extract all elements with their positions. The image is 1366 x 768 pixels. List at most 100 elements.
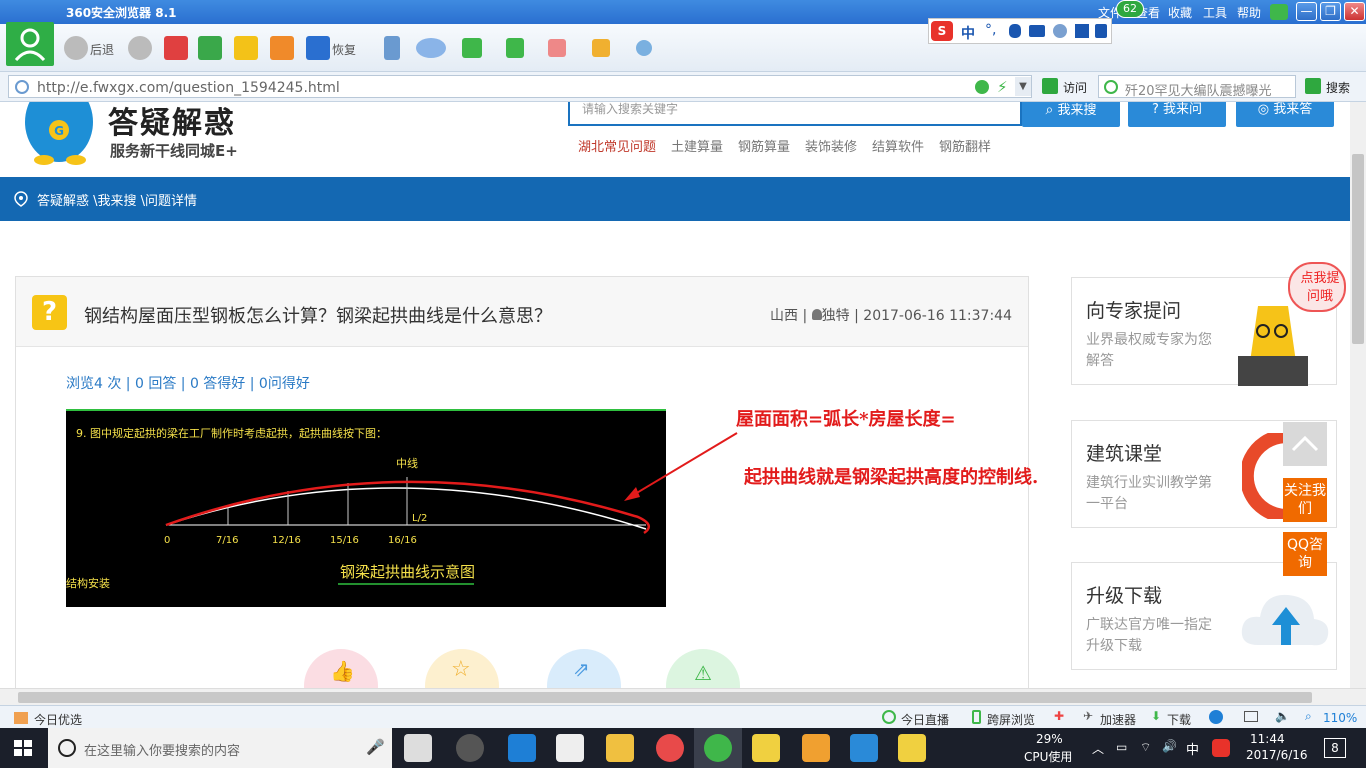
site-search-input[interactable]: 请输入搜索关键字 (568, 102, 1022, 126)
logo-title[interactable]: 答疑解惑 (108, 102, 236, 142)
speed-icon[interactable]: ⚡ (997, 78, 1008, 96)
back-icon[interactable] (64, 36, 88, 60)
restore-label[interactable]: 恢复 (332, 41, 356, 58)
status-accelerator[interactable]: 加速器 (1100, 711, 1136, 728)
menu-favorites[interactable]: 收藏 (1168, 4, 1192, 21)
hot-link-rebar[interactable]: 钢筋算量 (738, 136, 790, 155)
tray-ime[interactable]: 中 (1186, 739, 1199, 758)
taskbar-app-remote[interactable] (850, 734, 878, 762)
action-center-badge[interactable]: 8 (1324, 738, 1346, 758)
shield-icon[interactable] (506, 38, 524, 58)
hot-link-hubei[interactable]: 湖北常见问题 (578, 136, 656, 155)
vertical-scrollbar[interactable] (1350, 102, 1366, 688)
horizontal-scrollbar[interactable] (0, 688, 1366, 705)
breadcrumb[interactable]: 答疑解惑 \我来搜 \问题详情 (37, 190, 197, 209)
skin-icon[interactable] (1270, 4, 1288, 20)
taskbar-app-editor[interactable] (802, 734, 830, 762)
question-image[interactable]: 9. 图中规定起拱的梁在工厂制作时考虑起拱，起拱曲线按下图： 中线 L/2 0 … (66, 409, 666, 607)
url-dropdown-icon[interactable]: ▼ (1015, 77, 1031, 96)
keyboard-icon[interactable] (1029, 25, 1045, 37)
home-icon[interactable] (270, 36, 294, 60)
medkit-icon[interactable]: ✚ (1054, 709, 1064, 723)
taskbar-search-box[interactable]: 在这里输入你要搜索的内容 🎤 (48, 728, 392, 768)
apps-icon[interactable] (462, 38, 482, 58)
hot-link-settlement[interactable]: 结算软件 (872, 136, 924, 155)
taskbar-app-help[interactable] (898, 734, 926, 762)
share-button[interactable]: ⇗ (547, 649, 621, 688)
search-button[interactable]: 搜索 (1326, 79, 1350, 96)
question-author[interactable]: 独特 (822, 308, 850, 324)
collect-button[interactable]: ☆ (425, 649, 499, 688)
menu-tools[interactable]: 工具 (1203, 4, 1227, 21)
taskbar-app-player[interactable] (656, 734, 684, 762)
hot-link-rebar-layout[interactable]: 钢筋翻样 (939, 136, 991, 155)
taskbar-app-explorer[interactable] (606, 734, 634, 762)
browser-search-input[interactable]: 歼20罕见大编队震撼曝光 (1098, 75, 1296, 99)
punct-icon[interactable]: °, (985, 22, 996, 38)
mic-icon[interactable] (1009, 24, 1021, 38)
tray-chevron-icon[interactable]: ︿ (1092, 740, 1104, 757)
tray-wifi-icon[interactable]: ⌔ (1140, 740, 1151, 755)
close-button[interactable]: ✕ (1344, 2, 1365, 21)
hot-link-civil[interactable]: 土建算量 (671, 136, 723, 155)
user-avatar[interactable] (6, 22, 54, 66)
status-today-picks[interactable]: 今日优选 (34, 711, 82, 728)
horizontal-scroll-thumb[interactable] (18, 692, 1312, 703)
taskbar-app-store[interactable] (556, 734, 584, 762)
cloud-icon[interactable] (416, 38, 446, 58)
taskbar-app-browser[interactable] (456, 734, 484, 762)
translate-icon[interactable] (548, 39, 566, 57)
minimize-button[interactable]: — (1296, 2, 1317, 21)
menu-help[interactable]: 帮助 (1237, 4, 1261, 21)
notification-badge[interactable]: 62 (1116, 0, 1144, 18)
like-button[interactable]: 👍 (304, 649, 378, 688)
vertical-scroll-thumb[interactable] (1352, 154, 1364, 344)
restore-icon[interactable] (306, 36, 330, 60)
favorite-star-icon[interactable] (234, 36, 258, 60)
wrench-icon[interactable] (1095, 24, 1107, 38)
go-button[interactable]: 访问 (1063, 79, 1087, 96)
question-region[interactable]: 山西 (770, 308, 798, 324)
screenshot-icon[interactable] (592, 39, 610, 57)
skin-shirt-icon[interactable] (1075, 24, 1089, 38)
search-icon[interactable] (1305, 78, 1321, 94)
status-download[interactable]: 下载 (1167, 711, 1191, 728)
go-icon[interactable] (1042, 78, 1058, 94)
tray-network-icon[interactable]: ▭ (1116, 740, 1127, 754)
upgrade-download-card[interactable]: 升级下载 广联达官方唯一指定升级下载 (1071, 562, 1337, 670)
security-icon[interactable] (975, 80, 989, 94)
volume-icon[interactable]: 🔈 (1275, 709, 1290, 723)
user-ime-icon[interactable] (1053, 24, 1067, 38)
taskbar-app-edge[interactable] (508, 734, 536, 762)
search-engine-icon[interactable] (1104, 80, 1118, 94)
zoom-icon[interactable] (636, 40, 652, 56)
back-to-top-button[interactable] (1283, 422, 1327, 466)
refresh-icon[interactable] (198, 36, 222, 60)
ime-mode[interactable]: 中 (961, 23, 975, 43)
status-live[interactable]: 今日直播 (901, 711, 949, 728)
report-button[interactable]: ⚠ (666, 649, 740, 688)
qq-consult-button[interactable]: QQ咨询 (1283, 532, 1327, 576)
follow-us-button[interactable]: 关注我们 (1283, 478, 1327, 522)
clock-date[interactable]: 2017/6/16 (1246, 748, 1308, 762)
url-field[interactable]: http://e.fwxgx.com/question_1594245.html… (8, 75, 1032, 98)
tray-volume-icon[interactable]: 🔊 (1162, 739, 1177, 753)
back-label[interactable]: 后退 (90, 41, 114, 58)
search-submit-button[interactable]: ⌕ 我来搜 (1022, 102, 1120, 127)
taskbar-app-task-view[interactable] (404, 734, 432, 762)
forward-icon[interactable] (128, 36, 152, 60)
taskbar-app-360[interactable] (704, 734, 732, 762)
status-cross-screen[interactable]: 跨屏浏览 (987, 711, 1035, 728)
mascot-logo-icon[interactable]: G (14, 102, 104, 166)
zoom-level[interactable]: 110% (1323, 711, 1357, 725)
phone-icon[interactable] (384, 36, 400, 60)
windows-start-icon[interactable] (14, 740, 32, 756)
maximize-button[interactable]: ❐ (1320, 2, 1341, 21)
tray-sogou-icon[interactable] (1212, 739, 1230, 757)
ie-icon[interactable] (1209, 710, 1223, 724)
hot-link-decoration[interactable]: 装饰装修 (805, 136, 857, 155)
clock-time[interactable]: 11:44 (1250, 732, 1285, 746)
answer-button[interactable]: ◎ 我来答 (1236, 102, 1334, 127)
taskbar-app-notes[interactable] (752, 734, 780, 762)
ime-toolbar[interactable]: S 中 °, (928, 18, 1112, 44)
